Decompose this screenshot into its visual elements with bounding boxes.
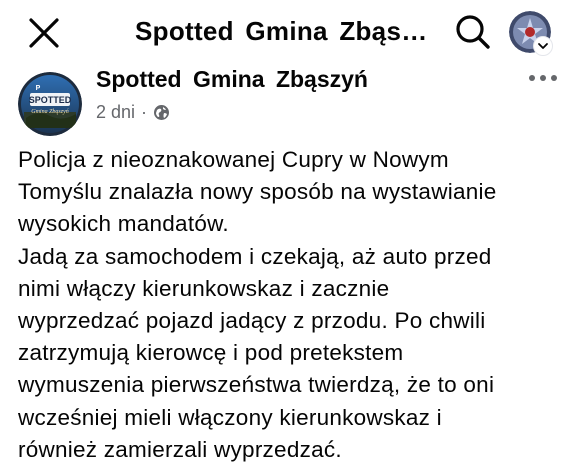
chevron-down-icon xyxy=(538,43,548,49)
page-logo-place: Gmina Zbąszyń xyxy=(31,109,69,115)
meta-separator: · xyxy=(141,102,148,122)
more-horizontal-icon xyxy=(529,75,557,81)
page-logo-brand: SPOTTED xyxy=(29,95,72,105)
post-text: Policja z nieoznakowanej Cupry w Nowym T… xyxy=(18,144,563,466)
account-switch-button[interactable] xyxy=(533,36,553,56)
close-button[interactable] xyxy=(26,15,62,51)
page-title: Spotted Gmina Zbąsz... xyxy=(135,16,435,46)
post-line: Tomyślu znalazła nowy sposób na wystawia… xyxy=(18,179,497,205)
post-meta: 2 dni · xyxy=(96,102,170,123)
post-line: Policja z nieoznakowanej Cupry w Nowym xyxy=(18,147,449,172)
post-line: wcześniej mieli włączony kierunkowskaz i xyxy=(18,404,442,430)
search-button[interactable] xyxy=(454,13,492,51)
globe-icon[interactable] xyxy=(153,104,170,121)
svg-text:P: P xyxy=(36,85,41,92)
post-line: również zamierzali wyprzedzać. xyxy=(18,436,342,462)
post-line: wymuszenia pierwszeństwa twierdzą, że to… xyxy=(18,372,495,398)
post-options-button[interactable] xyxy=(526,66,560,90)
post-line: Jadą za samochodem i czekają, aż auto pr… xyxy=(18,243,492,269)
post-line: nimi włączy kierunkowskaz i zacznie xyxy=(18,275,390,301)
page-avatar[interactable]: SPOTTED Gmina Zbąszyń P xyxy=(18,72,82,136)
page-name-link[interactable]: Spotted Gmina Zbąszyń xyxy=(96,66,368,93)
close-icon xyxy=(29,18,59,48)
post-line: wysokich mandatów. xyxy=(18,211,229,237)
search-icon xyxy=(456,15,490,49)
top-bar: Spotted Gmina Zbąsz... xyxy=(0,0,575,62)
post-line: wyprzedzać pojazd jadący z przodu. Po ch… xyxy=(18,308,486,334)
post-line: zatrzymują kierowcę i pod pretekstem xyxy=(18,340,404,366)
page-logo: SPOTTED Gmina Zbąszyń P xyxy=(18,72,82,136)
post-time[interactable]: 2 dni xyxy=(96,102,135,123)
